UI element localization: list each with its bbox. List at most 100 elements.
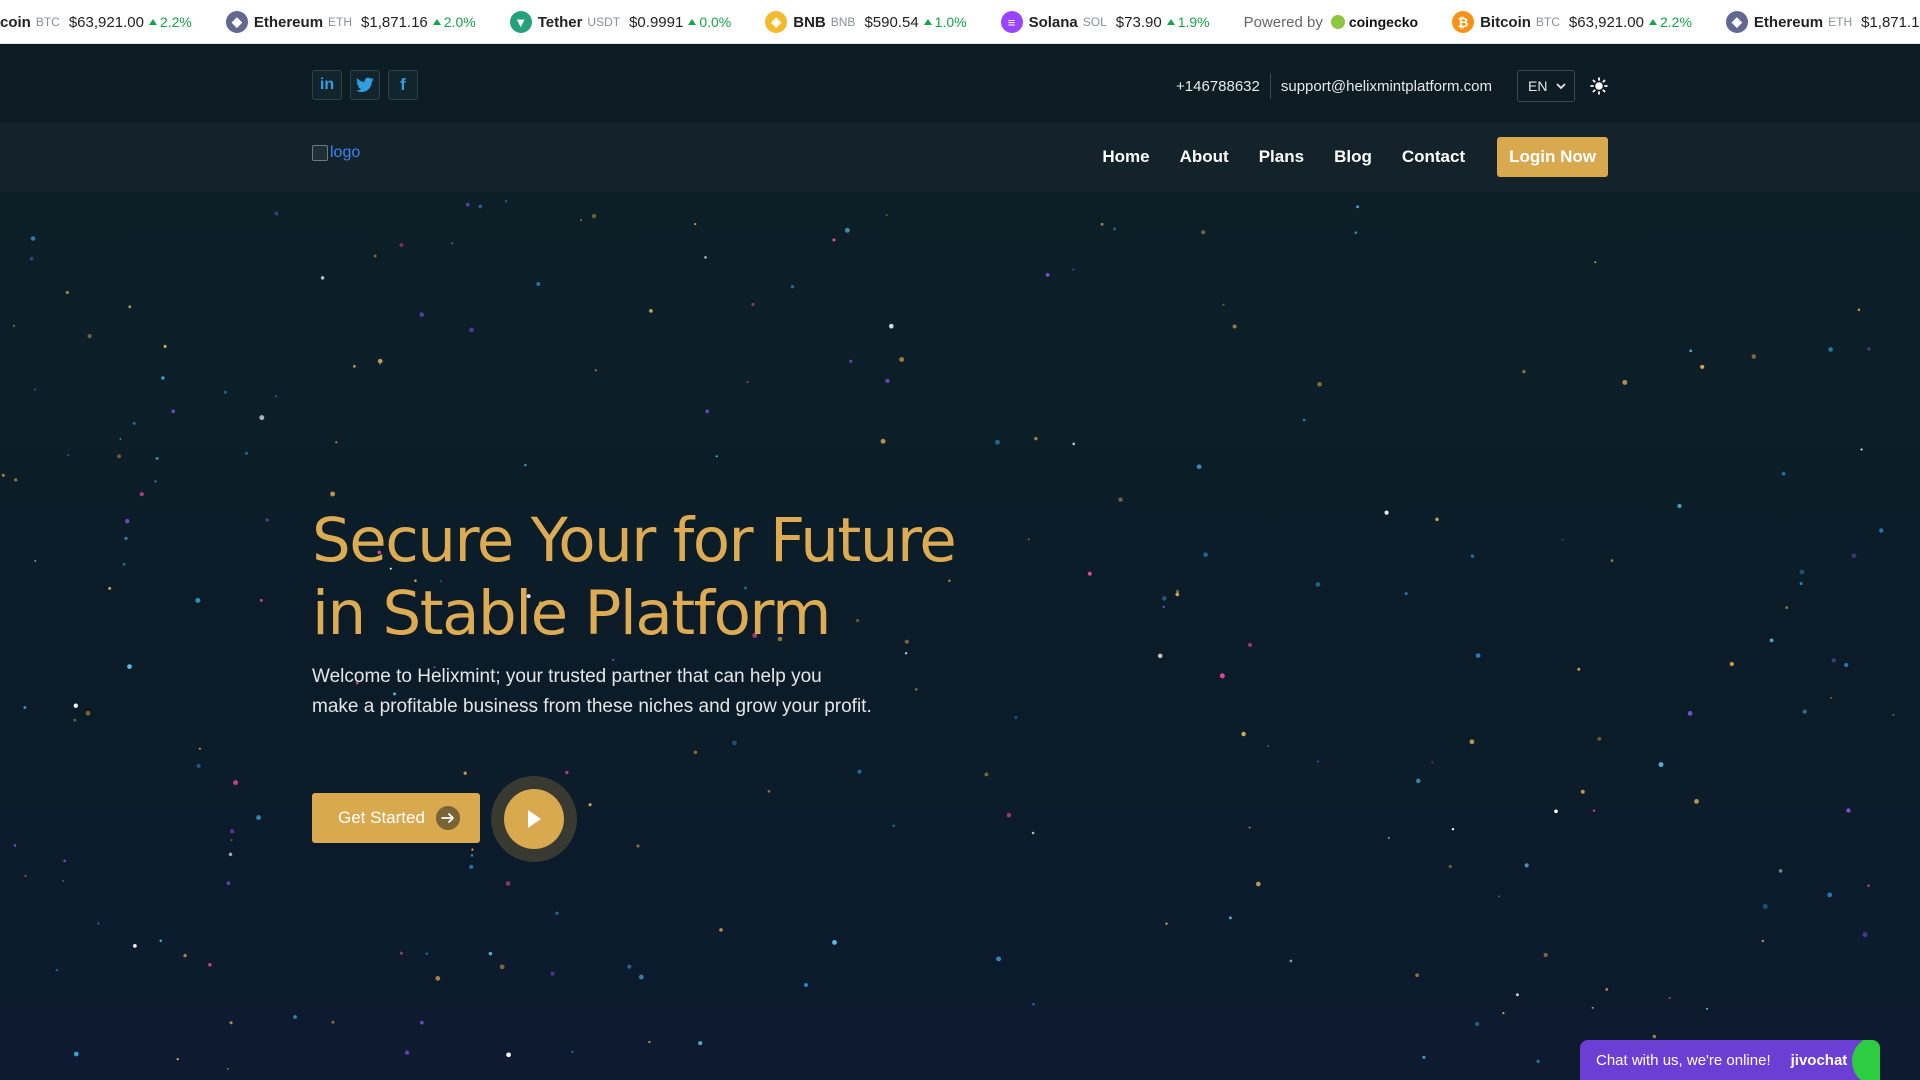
particle-dot <box>63 859 67 863</box>
particle-dot <box>804 983 808 987</box>
particle-dot <box>1831 658 1836 663</box>
particle-dot <box>1416 778 1421 784</box>
particle-dot <box>580 219 583 222</box>
particle-dot <box>198 747 201 750</box>
particle-dot <box>196 763 201 768</box>
coin-change-value: 1.0% <box>934 14 967 30</box>
particle-dot <box>470 854 474 857</box>
particle-dot <box>880 438 886 444</box>
top-bar: in f +146788632 support@helixmintplatfor… <box>0 44 1920 123</box>
up-arrow-icon <box>923 19 932 25</box>
particle-dot <box>627 964 632 969</box>
linkedin-icon: in <box>319 76 335 93</box>
nav-about[interactable]: About <box>1180 147 1229 167</box>
particle-dot <box>892 824 896 828</box>
powered-by-coingecko[interactable]: Powered by coingecko <box>1244 0 1419 43</box>
particle-dot <box>1524 863 1529 868</box>
particle-dot <box>1536 1059 1540 1063</box>
theme-toggle[interactable] <box>1590 77 1608 95</box>
up-arrow-icon <box>148 19 157 25</box>
particle-dot <box>274 211 279 216</box>
particle-dot <box>1475 1021 1480 1027</box>
ticker-coin: ◈ BNB BNB $590.54 1.0% <box>765 0 967 43</box>
particle-dot <box>1851 553 1857 559</box>
coin-symbol: SOL <box>1082 15 1107 29</box>
particle-dot <box>14 478 18 482</box>
coin-change: 0.0% <box>688 14 731 30</box>
particle-dot <box>1785 606 1789 610</box>
particle-dot <box>122 562 126 566</box>
particle-dot <box>732 740 737 746</box>
particle-dot <box>705 409 710 414</box>
ticker-coin: ◆EthereumETH$1,871.162.0% <box>1725 0 1920 43</box>
play-icon <box>528 810 541 828</box>
ticker-coin: coin BTC $63,921.00 2.2% <box>0 0 192 43</box>
ticker-coin: ₿ Bitcoin BTC $63,921.00 2.2% <box>1452 0 1692 43</box>
hero-title-line1: Secure Your for Future <box>312 505 957 576</box>
coin-price: $63,921.00 <box>1568 13 1644 31</box>
twitter-link[interactable] <box>350 70 380 100</box>
get-started-button[interactable]: Get Started <box>312 793 480 843</box>
particle-dot <box>1778 869 1783 873</box>
particle-dot <box>87 334 92 339</box>
particle-dot <box>1677 503 1682 509</box>
phone-number[interactable]: +146788632 <box>1176 73 1271 99</box>
particle-dot <box>1232 324 1237 329</box>
coingecko-brand: coingecko <box>1348 14 1419 30</box>
particle-dot <box>330 491 336 497</box>
site-logo[interactable]: logo <box>312 144 360 162</box>
video-play-button[interactable] <box>491 776 577 862</box>
particle-dot <box>1118 497 1123 502</box>
particle-dot <box>1828 347 1833 352</box>
particle-dot <box>1769 638 1774 643</box>
ticker-track: coin BTC $63,921.00 2.2% ◆ Ethereum ETH $1,871.… <box>0 0 1920 43</box>
particle-dot <box>1761 939 1764 943</box>
particle-dot <box>904 652 908 655</box>
particle-dot <box>751 302 755 307</box>
particle-dot <box>226 1067 229 1070</box>
twitter-icon <box>356 77 374 93</box>
coin-change-value: 2.0% <box>443 14 476 30</box>
particle-dot <box>124 518 130 524</box>
particle-dot <box>23 706 27 709</box>
particle-dot <box>1087 571 1092 576</box>
particle-dot <box>1594 261 1597 264</box>
coin-name: coin <box>0 13 31 31</box>
particle-dot <box>226 881 231 885</box>
login-button[interactable]: Login Now <box>1497 137 1608 177</box>
particle-dot <box>471 848 474 851</box>
particle-dot <box>719 928 723 932</box>
nav-blog[interactable]: Blog <box>1334 147 1372 167</box>
particle-dot <box>1175 592 1180 597</box>
support-email[interactable]: support@helixmintplatform.com <box>1271 73 1517 99</box>
particle-dot <box>223 390 227 394</box>
particle-dot <box>1706 1007 1709 1010</box>
nav-contact[interactable]: Contact <box>1402 147 1465 167</box>
particle-dot <box>419 312 425 317</box>
particle-dot <box>256 815 262 821</box>
particle-dot <box>30 236 36 241</box>
particle-dot <box>1554 809 1558 814</box>
facebook-link[interactable]: f <box>388 70 418 100</box>
particle-dot <box>1072 442 1076 446</box>
hero-title-line2: in Stable Platform <box>312 578 831 649</box>
language-select[interactable]: EN <box>1517 70 1575 102</box>
particle-dot <box>451 242 454 245</box>
particle-dot <box>1857 308 1861 312</box>
linkedin-link[interactable]: in <box>312 70 342 100</box>
logo-alt-text: logo <box>330 144 361 161</box>
particle-dot <box>1844 662 1849 668</box>
particle-dot <box>1591 1006 1594 1009</box>
particle-dot <box>377 358 383 364</box>
particle-dot <box>1799 582 1803 585</box>
nav-plans[interactable]: Plans <box>1259 147 1304 167</box>
particle-dot <box>1830 696 1833 699</box>
particle-dot <box>1435 517 1439 522</box>
particle-dot <box>435 976 441 981</box>
nav-home[interactable]: Home <box>1102 147 1149 167</box>
social-links: in f <box>312 70 418 100</box>
particle-dot <box>565 770 569 775</box>
chat-widget[interactable]: Chat with us, we're online! jivochat <box>1580 1040 1880 1080</box>
particle-dot <box>465 202 470 207</box>
coin-symbol: USDT <box>587 15 621 29</box>
